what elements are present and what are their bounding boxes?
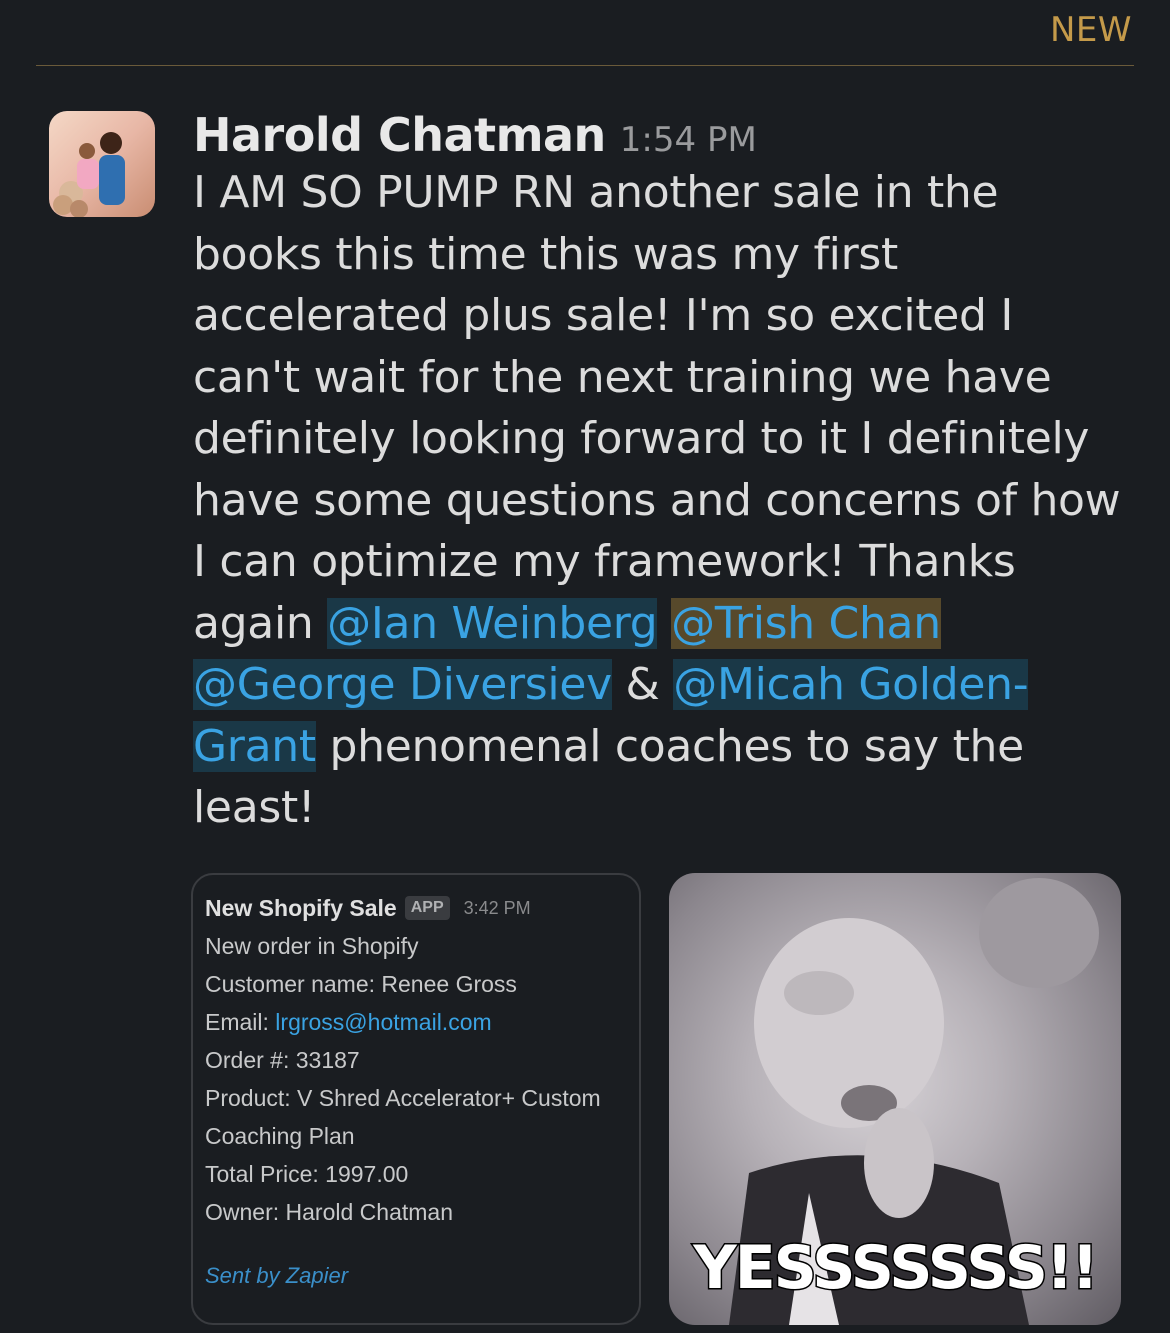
mention-ian-weinberg[interactable]: @Ian Weinberg: [327, 597, 658, 649]
email-row: Email: lrgross@hotmail.com: [205, 1003, 627, 1041]
ampersand: &: [611, 659, 674, 710]
shopify-sale-attachment[interactable]: New Shopify Sale APP 3:42 PM New order i…: [191, 873, 641, 1325]
message-body-end: phenomenal coaches to say the least!: [193, 720, 1024, 834]
message-body: I AM SO PUMP RN another sale in the book…: [193, 167, 1121, 649]
owner: Owner: Harold Chatman: [205, 1199, 453, 1225]
order-number: Order #: 33187: [205, 1047, 360, 1073]
app-badge: APP: [404, 896, 450, 920]
new-messages-divider: [36, 65, 1134, 66]
message-text: I AM SO PUMP RN another sale in the book…: [193, 162, 1128, 839]
customer-name: Customer name: Renee Gross: [205, 971, 517, 997]
product: Product: V Shred Accelerator+ Custom Coa…: [205, 1085, 601, 1149]
gif-image[interactable]: YESSSSSSS!!: [669, 873, 1121, 1325]
attachment-line: New order in Shopify: [205, 933, 419, 959]
sent-by-zapier[interactable]: Sent by Zapier: [205, 1257, 348, 1295]
email-label: Email:: [205, 1009, 276, 1035]
avatar-photo-icon: [53, 132, 125, 217]
attachment-title: New Shopify Sale: [205, 895, 397, 921]
mention-trish-chan[interactable]: @Trish Chan: [671, 597, 941, 649]
sender-name[interactable]: Harold Chatman: [193, 108, 606, 162]
new-messages-label: NEW: [1049, 10, 1132, 50]
total-price: Total Price: 1997.00: [205, 1161, 409, 1187]
avatar[interactable]: [49, 111, 155, 217]
message-timestamp[interactable]: 1:54 PM: [620, 120, 757, 160]
message: Harold Chatman 1:54 PM I AM SO PUMP RN a…: [193, 108, 1128, 839]
mention-george-diversiev[interactable]: @George Diversiev: [193, 659, 612, 710]
gif-caption: YESSSSSSS!!: [692, 1232, 1100, 1305]
attachment-time: 3:42 PM: [463, 898, 531, 918]
email-link[interactable]: lrgross@hotmail.com: [275, 1009, 491, 1035]
